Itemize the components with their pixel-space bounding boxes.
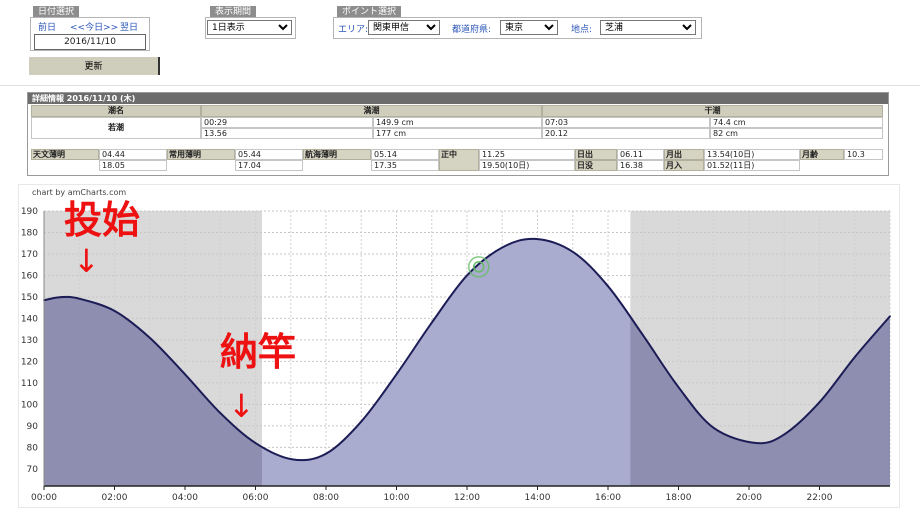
x-tick-label: 22:00 <box>807 493 833 503</box>
data-point-15 <box>534 238 537 240</box>
y-tick-label: 150 <box>21 293 38 303</box>
data-point-7 <box>254 442 257 444</box>
data-point-18 <box>642 334 645 337</box>
data-point-8 <box>291 458 294 461</box>
y-tick-label: 190 <box>21 207 38 217</box>
x-tick-label: 08:00 <box>313 493 339 503</box>
stop-annotation: 納竿 <box>220 330 297 374</box>
x-tick-label: 20:00 <box>736 493 762 503</box>
x-tick-label: 04:00 <box>172 493 198 503</box>
x-tick-label: 00:00 <box>31 493 57 503</box>
data-point-23 <box>818 401 821 404</box>
data-point-10 <box>360 420 363 423</box>
data-point-24 <box>853 356 856 358</box>
data-point-3 <box>113 310 116 312</box>
y-tick-label: 180 <box>21 228 38 238</box>
data-point-25 <box>889 315 891 318</box>
y-tick-label: 80 <box>27 443 39 453</box>
x-tick-label: 12:00 <box>454 493 480 503</box>
data-point-20 <box>712 427 715 429</box>
y-tick-label: 70 <box>27 465 39 475</box>
data-point-4 <box>148 336 151 339</box>
data-point-12 <box>430 321 433 324</box>
cast-arrow-icon: ↓ <box>73 242 100 280</box>
data-point-1 <box>60 296 62 299</box>
data-point-14 <box>501 246 504 249</box>
data-point-2 <box>78 297 81 300</box>
tide-chart[interactable]: 70 80 90 100 110 120 130 140 150 160 170 180 190 00:0… <box>0 0 920 511</box>
y-tick-label: 140 <box>21 314 38 324</box>
data-point-5 <box>184 373 186 376</box>
y-tick-label: 100 <box>21 400 38 410</box>
data-point-22 <box>783 433 786 436</box>
x-tick-label: 02:00 <box>102 493 128 503</box>
data-point-6 <box>219 412 222 414</box>
cast-annotation: 投始 <box>64 198 141 242</box>
data-point-11 <box>395 373 398 376</box>
y-tick-label: 90 <box>27 422 39 432</box>
stop-arrow-icon: ↓ <box>228 387 255 425</box>
data-point-21 <box>755 442 757 444</box>
data-point-16 <box>571 250 574 253</box>
y-tick-label: 130 <box>21 336 38 346</box>
data-point-9 <box>325 452 327 455</box>
x-tick-label: 06:00 <box>243 493 269 503</box>
y-tick-label: 160 <box>21 271 38 281</box>
data-point-19 <box>677 386 680 389</box>
data-point-13 <box>466 274 468 277</box>
x-tick-label: 10:00 <box>384 493 410 503</box>
x-tick-label: 14:00 <box>525 493 551 503</box>
data-point-17 <box>607 285 609 288</box>
x-tick-label: 18:00 <box>666 493 692 503</box>
y-tick-label: 170 <box>21 250 38 260</box>
y-tick-label: 110 <box>21 379 38 389</box>
x-tick-label: 16:00 <box>595 493 621 503</box>
y-tick-label: 120 <box>21 357 38 367</box>
